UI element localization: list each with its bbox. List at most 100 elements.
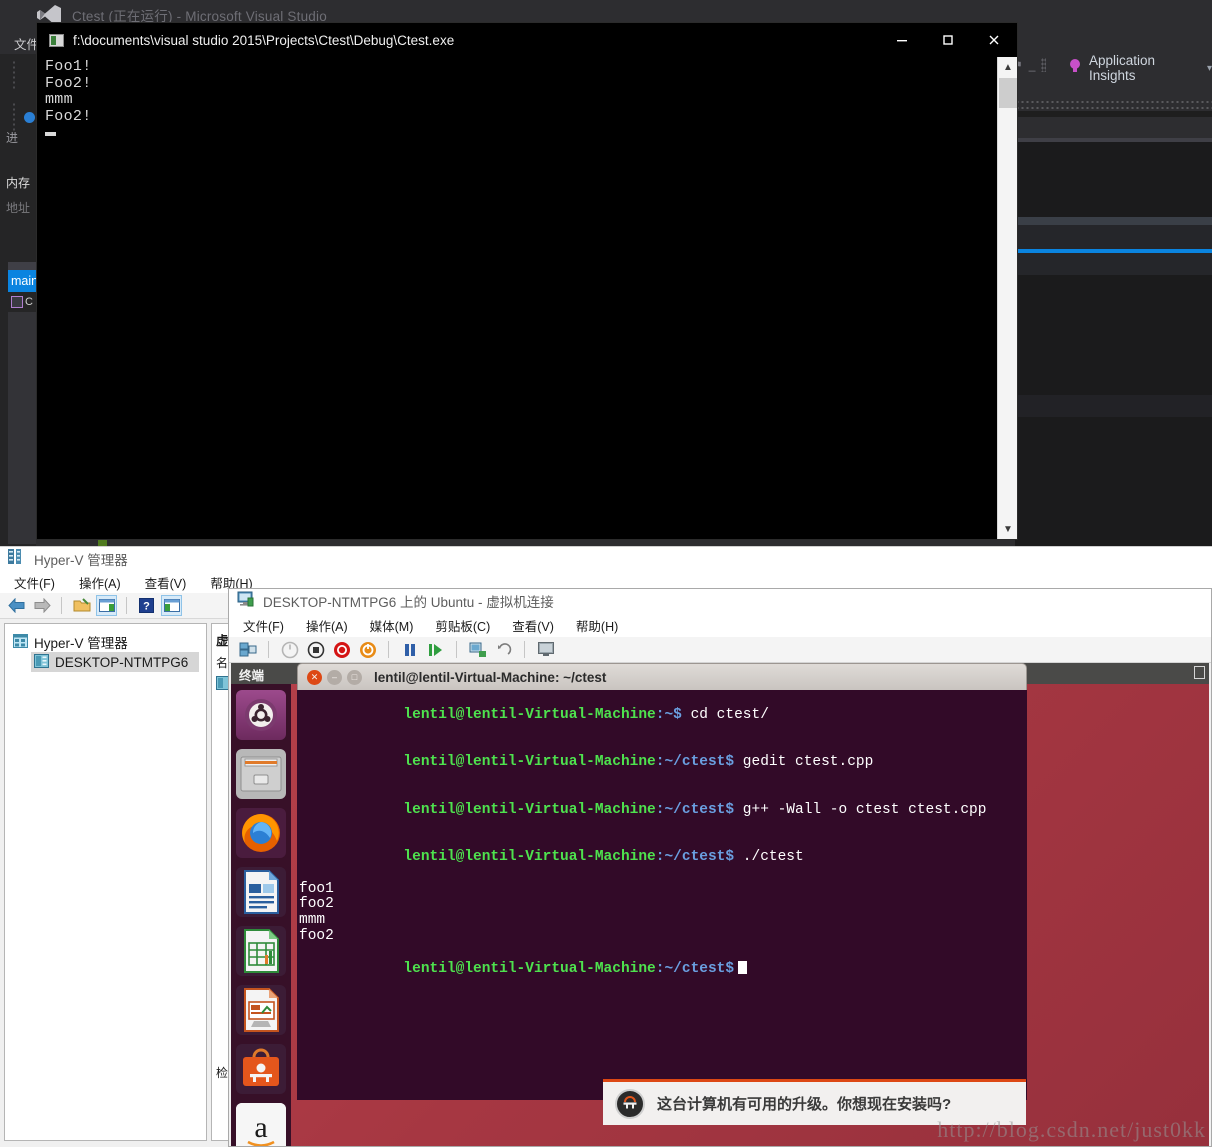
vm-title-text: DESKTOP-NTMTPG6 上的 Ubuntu - 虚拟机连接 <box>263 595 554 610</box>
vs-rail-process-label: 进 <box>6 131 19 145</box>
vs-breakpoint-icon <box>11 296 23 308</box>
turn-off-icon[interactable] <box>305 639 326 660</box>
scroll-up-arrow-icon[interactable]: ▲ <box>998 57 1018 77</box>
hyperv-checkpoints-label: 检 <box>216 1066 229 1080</box>
libreoffice-calc-icon[interactable] <box>236 926 286 976</box>
chevron-down-icon[interactable]: ▾ <box>1207 63 1212 74</box>
resume-icon[interactable] <box>425 639 446 660</box>
rail-status-dot-icon <box>24 112 35 123</box>
terminal-command: g++ -Wall -o ctest ctest.cpp <box>734 801 987 818</box>
shutdown-icon[interactable] <box>331 639 352 660</box>
console-close-button[interactable] <box>971 23 1017 57</box>
pause-icon[interactable] <box>399 639 420 660</box>
console-titlebar[interactable]: f:\documents\visual studio 2015\Projects… <box>37 23 1017 57</box>
console-title-text: f:\documents\visual studio 2015\Projects… <box>73 32 455 48</box>
toggle-left-pane-icon[interactable] <box>96 595 117 616</box>
toolbar-separator <box>126 597 127 614</box>
terminal-prompt-path: :~$ <box>655 706 682 723</box>
console-minimize-button[interactable] <box>879 23 925 57</box>
terminal-prompt-user: lentil@lentil-Virtual-Machine <box>403 848 656 865</box>
hyperv-vm-section-header: 虚 <box>216 634 229 648</box>
tree-item-root[interactable]: Hyper-V 管理器 <box>13 632 206 652</box>
scroll-down-arrow-icon[interactable]: ▼ <box>998 519 1018 539</box>
vs-panel-strip-6 <box>1015 253 1212 275</box>
libreoffice-writer-icon[interactable] <box>236 867 286 917</box>
checkpoint-icon[interactable] <box>467 639 488 660</box>
screen-root: Ctest (正在运行) - Microsoft Visual Studio 文… <box>0 0 1212 1147</box>
terminal-output-line: foo2 <box>299 896 334 913</box>
start-button-icon[interactable] <box>279 639 300 660</box>
terminal-line: lentil@lentil-Virtual-Machine:~$ cd ctes… <box>299 692 1027 739</box>
vs-panel-strip-5 <box>1015 225 1212 249</box>
terminal-prompt-user: lentil@lentil-Virtual-Machine <box>403 960 656 977</box>
rail-dots-mid <box>12 102 16 132</box>
vm-menu-view[interactable]: 查看(V) <box>512 616 554 635</box>
ubuntu-indicator-icon[interactable] <box>1194 666 1205 679</box>
vs-rail-memory-label: 内存 <box>6 176 31 190</box>
drag-handle-icon[interactable] <box>1041 58 1047 72</box>
hyperv-column-header-name: 名 <box>216 656 229 670</box>
terminal-prompt-user: lentil@lentil-Virtual-Machine <box>403 801 656 818</box>
vs-panel-strip-8 <box>1015 395 1212 417</box>
console-line: Foo2! <box>45 74 92 92</box>
terminal-minimize-button[interactable]: – <box>327 669 342 685</box>
hyperv-title-text: Hyper-V 管理器 <box>34 553 128 568</box>
vm-toolbar <box>229 637 1211 663</box>
libreoffice-impress-icon[interactable] <box>236 985 286 1035</box>
revert-icon[interactable] <box>493 639 514 660</box>
toolbar-separator <box>388 641 389 658</box>
application-insights-button[interactable]: Application Insights ▾ <box>1068 53 1212 83</box>
vs-tab-sub-row[interactable]: C <box>8 292 36 312</box>
vm-menu-action[interactable]: 操作(A) <box>306 616 348 635</box>
terminal-maximize-button[interactable]: □ <box>347 669 362 685</box>
minimize-panel-icon[interactable]: _ <box>1029 58 1036 72</box>
vs-panel-dotted-divider <box>1015 99 1212 111</box>
hyperv-menu-action[interactable]: 操作(A) <box>79 573 121 592</box>
vm-menu-help[interactable]: 帮助(H) <box>576 616 618 635</box>
toggle-right-pane-icon[interactable] <box>161 595 182 616</box>
hyperv-menu-view[interactable]: 查看(V) <box>145 573 187 592</box>
amazon-icon[interactable]: a <box>236 1103 286 1146</box>
console-output-area: Foo1! Foo2! mmm Foo2! <box>37 57 999 539</box>
ubuntu-software-icon[interactable] <box>236 1044 286 1094</box>
terminal-close-button[interactable]: ✕ <box>307 669 322 685</box>
terminal-titlebar[interactable]: ✕ – □ lentil@lentil-Virtual-Machine: ~/c… <box>297 663 1027 690</box>
help-icon[interactable]: ? <box>136 595 157 616</box>
reset-icon[interactable] <box>357 639 378 660</box>
vm-menu-file[interactable]: 文件(F) <box>243 616 284 635</box>
rail-dots-top <box>12 60 16 90</box>
terminal-title-text: lentil@lentil-Virtual-Machine: ~/ctest <box>374 669 607 685</box>
ubuntu-top-panel-title: 终端 <box>239 669 265 683</box>
vm-menu-media[interactable]: 媒体(M) <box>370 616 414 635</box>
vm-titlebar[interactable]: DESKTOP-NTMTPG6 上的 Ubuntu - 虚拟机连接 <box>229 589 1211 613</box>
hyperv-titlebar: Hyper-V 管理器 <box>0 547 1212 571</box>
ubuntu-dash-icon[interactable] <box>236 690 286 740</box>
terminal-command: gedit ctest.cpp <box>734 754 874 771</box>
vs-tab-main[interactable]: main <box>8 270 36 292</box>
console-cursor <box>45 132 56 137</box>
forward-arrow-icon[interactable] <box>31 595 52 616</box>
hyperv-tree-panel[interactable]: Hyper-V 管理器 DESKTOP-NTMTPG6 <box>4 623 207 1141</box>
terminal-line: lentil@lentil-Virtual-Machine:~/ctest$ g… <box>299 739 1027 786</box>
vm-menu-clipboard[interactable]: 剪贴板(C) <box>435 616 490 635</box>
enhanced-session-icon[interactable] <box>535 639 556 660</box>
ctrl-alt-del-icon[interactable] <box>237 639 258 660</box>
terminal-output-line: foo1 <box>299 880 334 897</box>
vs-panel-strip-7 <box>1015 275 1212 395</box>
ubuntu-update-notification[interactable]: 这台计算机有可用的升级。你想现在安装吗? <box>603 1079 1026 1125</box>
back-arrow-icon[interactable] <box>6 595 27 616</box>
console-line: Foo1! <box>45 58 92 75</box>
new-folder-icon[interactable] <box>71 595 92 616</box>
svg-text:a: a <box>254 1111 267 1144</box>
terminal-prompt-path: :~/ctest$ <box>655 801 735 818</box>
hyperv-root-icon <box>13 633 28 651</box>
console-maximize-button[interactable] <box>925 23 971 57</box>
scrollbar-thumb[interactable] <box>999 78 1017 108</box>
files-icon[interactable] <box>236 749 286 799</box>
console-scrollbar[interactable]: ▲ ▼ <box>997 57 1017 539</box>
tree-item-desktop[interactable]: DESKTOP-NTMTPG6 <box>31 652 199 672</box>
terminal-output[interactable]: lentil@lentil-Virtual-Machine:~$ cd ctes… <box>297 690 1027 1100</box>
svg-text:?: ? <box>143 601 150 613</box>
hyperv-menu-file[interactable]: 文件(F) <box>14 573 55 592</box>
firefox-icon[interactable] <box>236 808 286 858</box>
